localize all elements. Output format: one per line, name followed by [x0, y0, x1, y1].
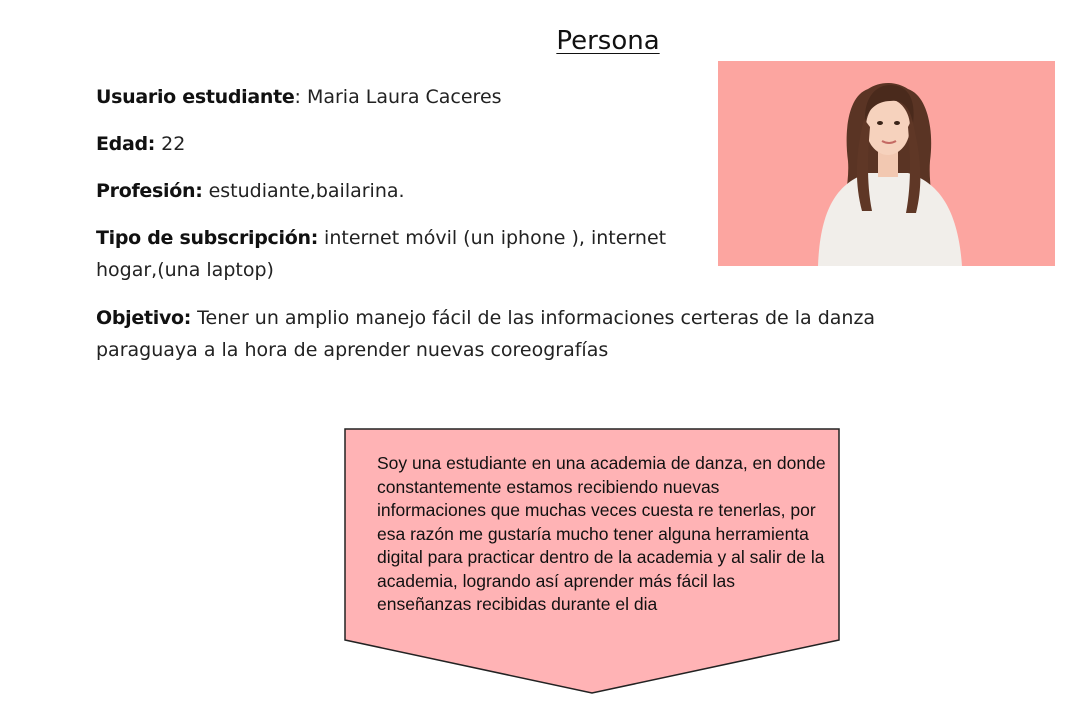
field-objective: Objetivo: Tener un amplio manejo fácil d… [96, 302, 896, 366]
field-user: Usuario estudiante: Maria Laura Caceres [96, 81, 502, 113]
quote-text: Soy una estudiante en una academia de da… [377, 453, 826, 614]
field-user-label: Usuario estudiante [96, 86, 295, 108]
persona-photo [718, 61, 1055, 266]
field-objective-label: Objetivo: [96, 307, 192, 329]
field-user-colon: : [294, 86, 307, 108]
field-subscription-label: Tipo de subscripción: [96, 227, 318, 249]
field-age: Edad: 22 [96, 128, 185, 160]
field-profession-value: estudiante,bailarina. [208, 180, 405, 202]
field-profession: Profesión: estudiante,bailarina. [96, 175, 405, 207]
field-age-value: 22 [161, 133, 186, 155]
quote-callout: Soy una estudiante en una academia de da… [344, 428, 840, 694]
woman-portrait-icon [818, 83, 962, 266]
field-user-value: Maria Laura Caceres [306, 86, 502, 108]
page-title: Persona [556, 26, 660, 56]
field-age-label: Edad: [96, 133, 156, 155]
field-profession-label: Profesión: [96, 180, 203, 202]
field-objective-value: Tener un amplio manejo fácil de las info… [96, 307, 876, 361]
field-subscription: Tipo de subscripción: internet móvil (un… [96, 222, 676, 286]
